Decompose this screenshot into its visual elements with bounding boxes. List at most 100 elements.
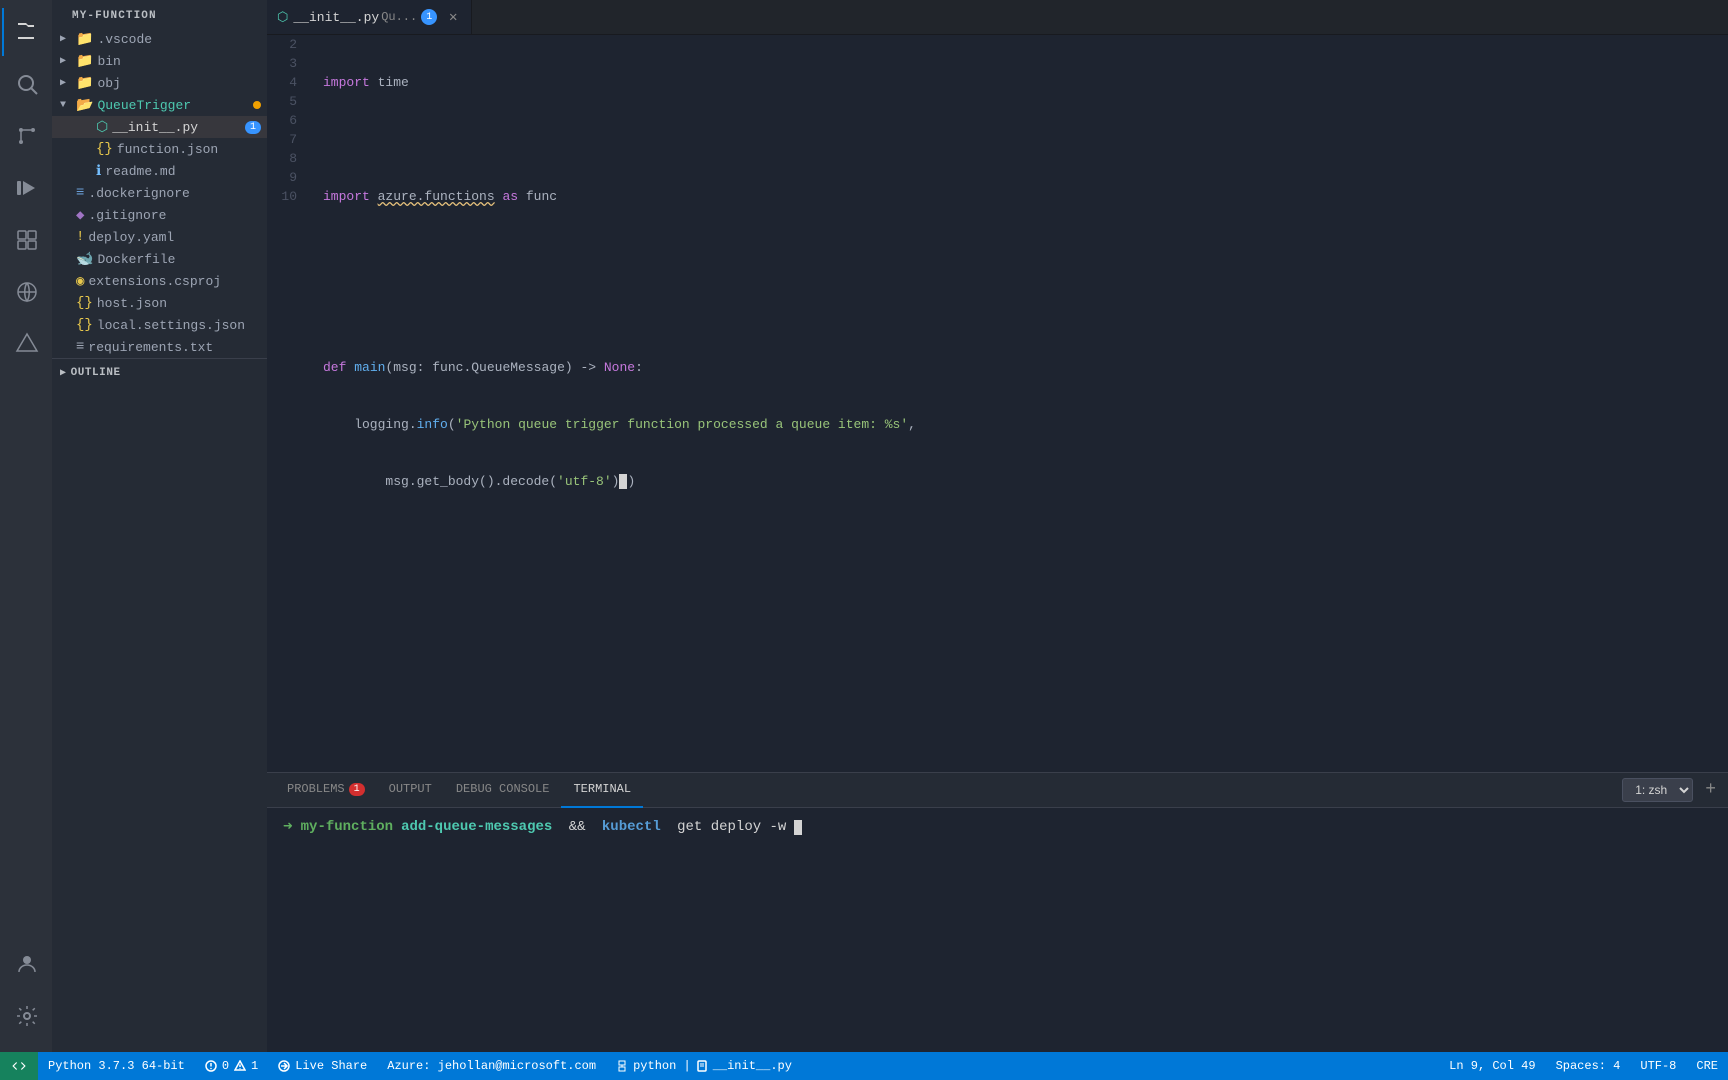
- outline-section: ▶ OUTLINE: [52, 358, 267, 387]
- source-control-activity-icon[interactable]: [2, 112, 50, 160]
- sidebar-item-label: obj: [97, 76, 267, 91]
- sidebar-item-function-json[interactable]: ▶ {} function.json: [52, 138, 267, 160]
- folder-icon: 📁: [76, 31, 93, 48]
- panel-controls: 1: zsh +: [1622, 778, 1720, 802]
- status-label: UTF-8: [1640, 1059, 1676, 1073]
- sidebar-item-deploy-yaml[interactable]: ▶ ! deploy.yaml: [52, 226, 267, 248]
- code-line-5: [323, 244, 1728, 263]
- python-tab-icon: ⬡: [277, 10, 288, 25]
- tab-close-button[interactable]: ✕: [445, 9, 461, 25]
- sidebar-item-gitignore[interactable]: ▶ ◆ .gitignore: [52, 204, 267, 226]
- braces-icon: {}: [76, 295, 93, 311]
- status-label: CRE: [1696, 1059, 1718, 1073]
- terminal-cursor: [794, 820, 802, 835]
- sidebar-item-extensions-csproj[interactable]: ▶ ◉ extensions.csproj: [52, 270, 267, 292]
- code-content[interactable]: import time import azure.functions as fu…: [307, 35, 1728, 772]
- status-azure[interactable]: Azure: jehollan@microsoft.com: [377, 1052, 606, 1080]
- python-env-icon: [616, 1060, 628, 1072]
- status-bar-right: Ln 9, Col 49 Spaces: 4 UTF-8 CRE: [1439, 1052, 1728, 1080]
- sidebar-item-vscode[interactable]: ▶ 📁 .vscode: [52, 28, 267, 50]
- terminal-kubectl: kubectl: [602, 816, 661, 838]
- sidebar-item-label: local.settings.json: [97, 318, 267, 333]
- activity-bar: [0, 0, 52, 1052]
- status-position[interactable]: Ln 9, Col 49: [1439, 1052, 1545, 1080]
- terminal-content[interactable]: ➜ my-function add-queue-messages && kube…: [267, 808, 1728, 1052]
- panel-tab-label: DEBUG CONSOLE: [456, 782, 550, 796]
- status-remote[interactable]: [0, 1052, 38, 1080]
- status-label: Spaces: 4: [1556, 1059, 1621, 1073]
- code-line-8: logging.info('Python queue trigger funct…: [323, 415, 1728, 434]
- search-activity-icon[interactable]: [2, 60, 50, 108]
- sidebar-item-label: .dockerignore: [88, 186, 267, 201]
- status-cre[interactable]: CRE: [1686, 1052, 1728, 1080]
- terminal-subcommand: get deploy -w: [669, 816, 787, 838]
- code-line-2: import time: [323, 73, 1728, 92]
- remote-activity-icon[interactable]: [2, 268, 50, 316]
- sidebar-item-label: host.json: [97, 296, 267, 311]
- status-label: Python 3.7.3 64-bit: [48, 1059, 185, 1073]
- prompt-arrow-icon: ➜: [283, 816, 293, 838]
- editor-area: ⬡ __init__.py Qu... 1 ✕ 2 3 4 5 6 7 8 9 …: [267, 0, 1728, 1052]
- problems-badge: 1: [349, 783, 365, 796]
- sidebar-item-queuetrigger[interactable]: ▼ 📂 QueueTrigger: [52, 94, 267, 116]
- terminal-add-button[interactable]: +: [1701, 780, 1720, 800]
- terminal-command: add-queue-messages: [401, 816, 552, 838]
- folder-icon: 📁: [76, 53, 93, 70]
- tab-label: __init__.py: [293, 10, 379, 25]
- diamond-icon: ◆: [76, 207, 84, 224]
- status-label: python |: [633, 1059, 691, 1073]
- sidebar-item-requirements[interactable]: ▶ ≡ requirements.txt: [52, 336, 267, 358]
- status-label: __init__.py: [713, 1059, 792, 1073]
- sidebar-item-obj[interactable]: ▶ 📁 obj: [52, 72, 267, 94]
- status-spaces[interactable]: Spaces: 4: [1546, 1052, 1631, 1080]
- files-activity-icon[interactable]: [2, 8, 50, 56]
- panel-tab-output[interactable]: OUTPUT: [377, 773, 444, 808]
- sidebar-item-dockerfile[interactable]: ▶ 🐋 Dockerfile: [52, 248, 267, 270]
- status-label: Live Share: [295, 1059, 367, 1073]
- terminal-operator: &&: [560, 816, 594, 838]
- arrow-icon: ▶: [60, 55, 76, 67]
- sidebar-item-label: .vscode: [97, 32, 267, 47]
- panel: PROBLEMS 1 OUTPUT DEBUG CONSOLE TERMINAL…: [267, 772, 1728, 1052]
- status-errors[interactable]: 0 1: [195, 1052, 268, 1080]
- panel-tab-terminal[interactable]: TERMINAL: [561, 773, 643, 808]
- file-icon: ≡: [76, 185, 84, 201]
- debug-activity-icon[interactable]: [2, 164, 50, 212]
- outline-header[interactable]: ▶ OUTLINE: [52, 365, 267, 381]
- status-encoding[interactable]: UTF-8: [1630, 1052, 1686, 1080]
- code-line-7: def main(msg: func.QueueMessage) -> None…: [323, 358, 1728, 377]
- status-python-version[interactable]: Python 3.7.3 64-bit: [38, 1052, 195, 1080]
- panel-tabs: PROBLEMS 1 OUTPUT DEBUG CONSOLE TERMINAL…: [267, 773, 1728, 808]
- sidebar-item-local-settings[interactable]: ▶ {} local.settings.json: [52, 314, 267, 336]
- modified-badge: 1: [245, 121, 261, 134]
- sidebar-item-label: readme.md: [105, 164, 267, 179]
- warning-status-icon: [234, 1060, 246, 1072]
- code-line-10: [323, 529, 1728, 548]
- account-activity-icon[interactable]: [2, 940, 50, 988]
- sidebar-item-bin[interactable]: ▶ 📁 bin: [52, 50, 267, 72]
- azure-activity-icon[interactable]: [2, 320, 50, 368]
- sidebar-item-init-py[interactable]: ▶ ⬡ __init__.py 1: [52, 116, 267, 138]
- sidebar-item-host-json[interactable]: ▶ {} host.json: [52, 292, 267, 314]
- sidebar-item-readme[interactable]: ▶ ℹ readme.md: [52, 160, 267, 182]
- panel-tab-debug-console[interactable]: DEBUG CONSOLE: [444, 773, 562, 808]
- sidebar-item-label: __init__.py: [112, 120, 245, 135]
- terminal-selector[interactable]: 1: zsh: [1622, 778, 1693, 802]
- sidebar-title: MY-FUNCTION: [52, 0, 267, 28]
- status-live-share[interactable]: Live Share: [268, 1052, 377, 1080]
- line-numbers: 2 3 4 5 6 7 8 9 10: [267, 35, 307, 772]
- settings-activity-icon[interactable]: [2, 992, 50, 1040]
- sidebar-item-label: .gitignore: [88, 208, 267, 223]
- code-line-4: import azure.functions as func: [323, 187, 1728, 206]
- panel-tab-label: TERMINAL: [573, 782, 631, 796]
- code-line-3: [323, 130, 1728, 149]
- panel-tab-problems[interactable]: PROBLEMS 1: [275, 773, 377, 808]
- sidebar-item-dockerignore[interactable]: ▶ ≡ .dockerignore: [52, 182, 267, 204]
- folder-icon: 📁: [76, 75, 93, 92]
- status-python-env[interactable]: python | __init__.py: [606, 1052, 802, 1080]
- sidebar-item-label: QueueTrigger: [97, 98, 253, 113]
- extensions-activity-icon[interactable]: [2, 216, 50, 264]
- error-status-icon: [205, 1060, 217, 1072]
- tab-init-py[interactable]: ⬡ __init__.py Qu... 1 ✕: [267, 0, 472, 34]
- tab-subtitle: Qu...: [381, 10, 417, 24]
